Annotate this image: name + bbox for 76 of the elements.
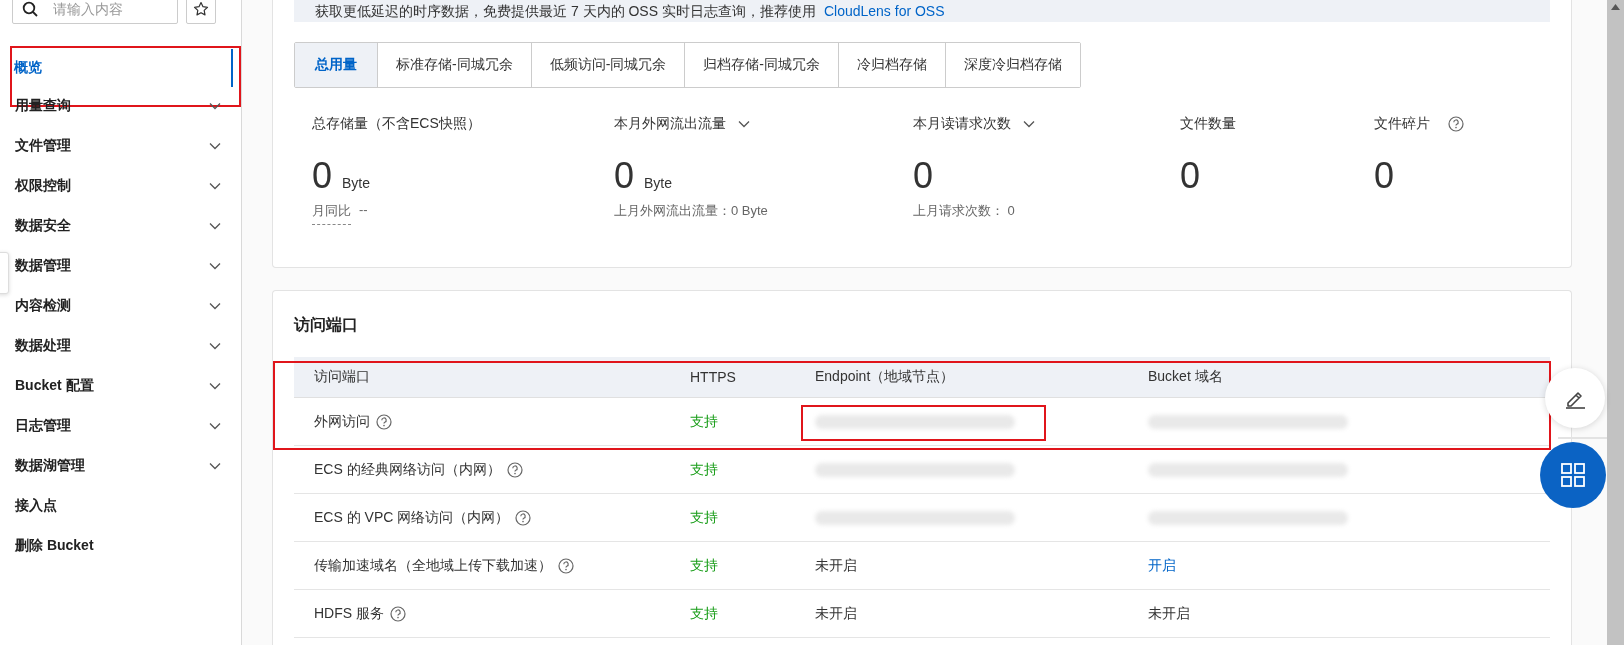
nav-item[interactable]: 日志管理 [10,406,241,446]
comparison-value: -- [359,202,368,219]
stat-unit: Byte [342,175,371,191]
section-title: 访问端口 [294,315,359,335]
favorite-button[interactable] [186,0,216,24]
help-icon[interactable] [376,413,392,430]
nav-item[interactable]: Bucket 配置 [10,366,241,406]
chevron-down-icon [209,222,221,230]
column-header: HTTPS [690,369,736,385]
stat-unit: Byte [644,175,673,191]
chevron-down-icon [209,422,221,430]
table-cell: 传输加速域名（全地域上传下载加速） [314,556,552,575]
table-cell: 外网访问 [314,412,370,431]
table-cell: HDFS 服务 [314,604,384,623]
stat-label: 本月读请求次数 [913,115,1011,133]
table-cell: ECS 的 VPC 网络访问（内网） [314,508,510,527]
nav-item[interactable]: 接入点 [10,486,241,526]
stat-note: 上月请求次数： 0 [913,202,1015,220]
stat-value: 0 [1180,154,1201,198]
enable-link[interactable]: 开启 [1148,556,1176,575]
stat-value: 0 [1374,154,1395,198]
stat-value: 0 [312,154,333,198]
table-cell: ECS 的经典网络访问（内网） [314,460,501,479]
table-cell: 支持 [690,604,718,623]
search-icon [22,1,38,17]
search-field[interactable]: 请输入内容 [12,0,178,24]
storage-tab[interactable]: 深度冷归档存储 [945,43,1080,87]
nav-item[interactable]: 数据湖管理 [10,446,241,486]
help-icon[interactable] [558,557,574,574]
chevron-down-icon [209,102,221,110]
grid-icon [1560,462,1586,488]
help-icon[interactable] [1448,116,1464,132]
scrollbar[interactable] [1607,0,1624,645]
table-cell: 未开启 [815,556,857,575]
help-icon[interactable] [506,461,523,478]
chevron-down-icon [209,382,221,390]
nav-item[interactable]: 删除 Bucket [10,526,241,566]
stat-value: 0 [614,154,635,198]
stat-label: 文件数量 [1180,115,1236,133]
nav-item[interactable]: 内容检测 [10,286,241,326]
table-cell: 未开启 [1148,604,1190,623]
comparison-label[interactable]: 月同比 [312,202,351,225]
chevron-down-icon [209,262,221,270]
cloudlens-link[interactable]: CloudLens for OSS [823,4,945,19]
chevron-down-icon [209,142,221,150]
scroll-up-icon[interactable] [1611,4,1620,10]
nav-item[interactable]: 文件管理 [10,126,241,166]
stat-note: 上月外网流出流量：0 Byte [614,202,768,220]
stat-label: 文件碎片 [1374,115,1430,133]
table-cell: 支持 [690,460,718,479]
dropdown-icon[interactable] [1023,120,1035,128]
nav-item[interactable]: 数据处理 [10,326,241,366]
nav-item[interactable]: 数据管理 [10,246,241,286]
help-icon[interactable] [515,509,532,526]
help-icon[interactable] [390,605,406,622]
nav-item[interactable]: 权限控制 [10,166,241,206]
chevron-down-icon [209,182,221,190]
table-cell: 支持 [690,508,718,527]
nav-item[interactable]: 数据安全 [10,206,241,246]
notice-text: 获取更低延迟的时序数据，免费提供最近 7 天内的 OSS 实时日志查询，推荐使用 [315,4,816,19]
column-header: Bucket 域名 [1148,368,1223,386]
storage-tab[interactable]: 总用量 [295,43,377,87]
stat-label: 总存储量（不含ECS快照） [312,115,481,133]
table-cell: 支持 [690,412,718,431]
table-cell: 支持 [690,556,718,575]
column-header: Endpoint（地域节点） [815,368,955,386]
chevron-down-icon [209,342,221,350]
chevron-down-icon [209,462,221,470]
stat-value: 0 [913,154,934,198]
chevron-down-icon [209,302,221,310]
stat-label: 本月外网流出流量 [614,115,726,133]
star-icon [193,1,209,17]
edit-button[interactable] [1545,368,1605,428]
table-cell: 未开启 [815,604,857,623]
column-header: 访问端口 [314,368,370,386]
dropdown-icon[interactable] [738,120,750,128]
